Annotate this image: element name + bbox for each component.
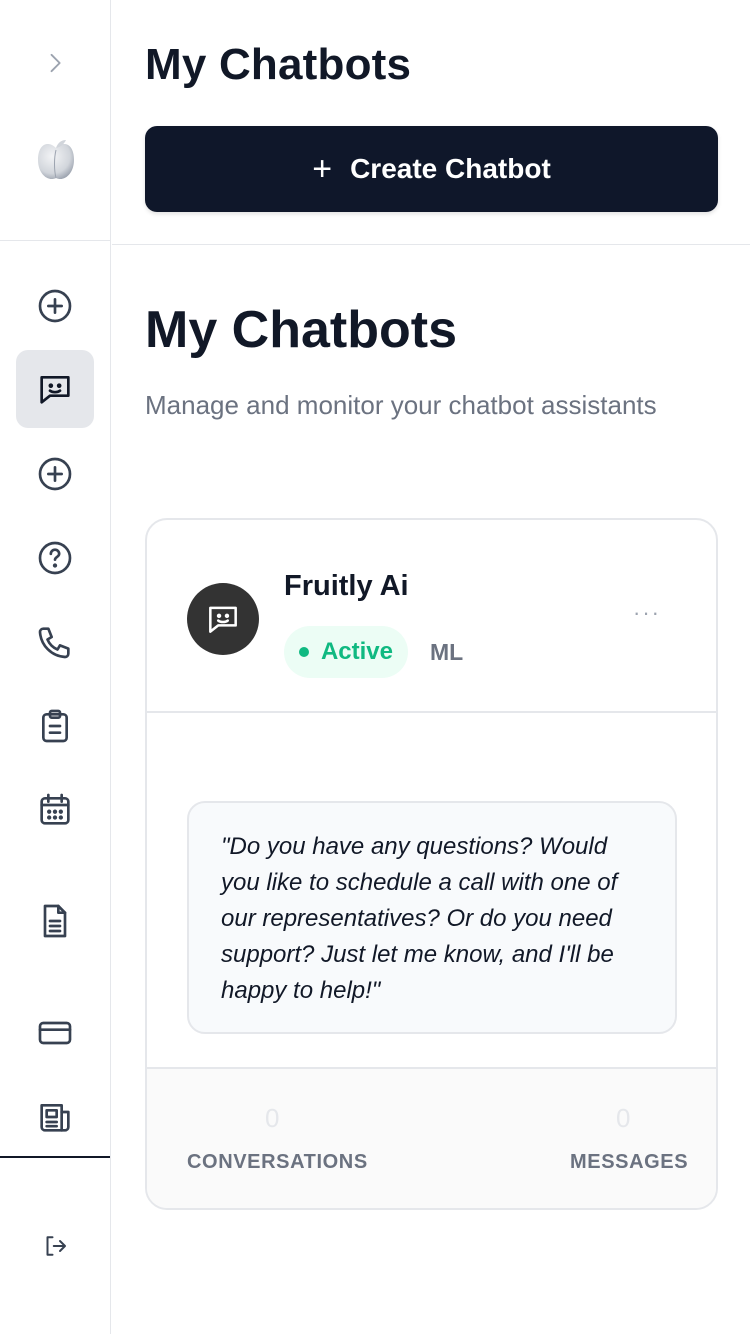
sidebar-item-documents[interactable] [16,882,94,960]
chat-bot-icon [209,606,237,633]
stats-footer: 0 CONVERSATIONS 0 MESSAGES [147,1067,716,1208]
plus-icon: + [312,150,333,188]
chatbot-name: Fruitly Ai [284,570,409,602]
sidebar-item-billing[interactable] [16,994,94,1072]
ellipsis-icon: ··· [633,600,661,625]
more-options-button[interactable]: ··· [627,600,667,630]
messages-count: 0 [616,1103,631,1133]
chatbot-card[interactable]: Fruitly Ai Active ML ··· "Do you have an… [145,518,718,1210]
sidebar-item-calendar[interactable] [16,771,94,849]
app-logo [38,140,74,180]
conversations-count: 0 [265,1103,280,1133]
card-divider [147,711,716,713]
calendar-icon [40,793,70,825]
clipboard-icon [42,709,68,743]
chat-bot-icon [40,376,70,404]
header-title: My Chatbots [145,40,412,89]
header-divider [112,244,750,245]
bot-avatar [187,583,259,655]
plus-circle-icon [38,289,72,323]
newspaper-icon [40,1104,70,1132]
credit-card-icon [38,1021,72,1045]
logout-button[interactable] [16,1207,94,1285]
sidebar-item-calls[interactable] [16,603,94,681]
status-label: Active [320,638,394,665]
help-circle-icon [38,541,72,575]
greeting-box: "Do you have any questions? Would you li… [187,801,677,1034]
logout-icon [46,1236,66,1256]
create-chatbot-label: Create Chatbot [350,153,551,184]
page-subtitle: Manage and monitor your chatbot assistan… [145,390,657,420]
sidebar-item-tasks[interactable] [16,687,94,765]
sidebar-divider [0,1156,110,1158]
conversations-label: CONVERSATIONS [187,1151,368,1173]
chevron-right-icon [50,53,61,73]
greeting-text: "Do you have any questions? Would you li… [221,833,618,1004]
sidebar-item-new[interactable] [16,267,94,345]
sidebar-item-chatbots[interactable] [16,350,94,428]
phone-icon [38,627,70,659]
expand-sidebar-button[interactable] [16,24,94,102]
messages-label: MESSAGES [570,1151,689,1173]
sidebar-item-add[interactable] [16,435,94,513]
create-chatbot-button[interactable]: + Create Chatbot [145,126,718,212]
main-content: My Chatbots + Create Chatbot My Chatbots… [112,0,750,1334]
status-badge: Active [284,626,408,678]
model-label: ML [430,639,464,665]
sidebar-item-news[interactable] [16,1078,94,1156]
plus-circle-icon [38,457,72,491]
sidebar [0,0,111,1334]
sidebar-item-help[interactable] [16,519,94,597]
document-icon [43,904,67,938]
sidebar-divider [0,240,111,241]
status-dot-icon [298,647,309,657]
page-title: My Chatbots [145,301,457,359]
